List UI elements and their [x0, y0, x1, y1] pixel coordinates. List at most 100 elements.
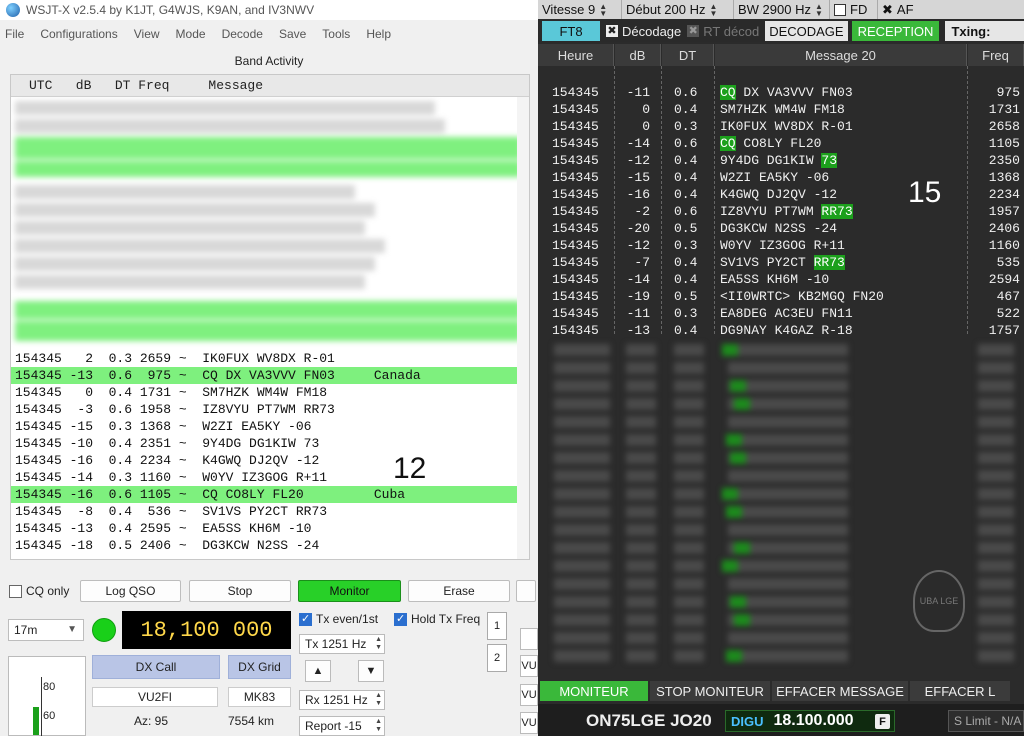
decoder-frequency: 18.100.000	[773, 712, 854, 729]
f-badge-icon[interactable]: F	[875, 714, 890, 729]
decoder-row[interactable]: 154345 -11 0.6 CQ DX VA3VVV FN03 975	[538, 84, 1024, 101]
vitesse-spinbox[interactable]: Vitesse 9 ▲ ▼	[538, 0, 622, 19]
fd-box[interactable]	[834, 3, 846, 16]
decode-row[interactable]: 154345 -10 0.4 2351 ~ 9Y4DG DG1KIW 73	[11, 435, 517, 452]
menu-view[interactable]: View	[126, 27, 168, 41]
dx-grid-field[interactable]: MK83	[228, 687, 291, 707]
decode-row[interactable]: 154345 2 0.3 2659 ~ IK0FUX WV8DX R-01	[11, 350, 517, 367]
tx-slot-button[interactable]	[520, 628, 538, 650]
decode-row[interactable]: 154345 0 0.4 1731 ~ SM7HZK WM4W FM18	[11, 384, 517, 401]
spin-arrows-icon[interactable]: ▲ ▼	[375, 718, 382, 734]
decoder-row[interactable]: 154345 0 0.4 SM7HZK WM4W FM18 1731	[538, 101, 1024, 118]
decode-row[interactable]: 154345 -18 0.5 2406 ~ DG3KCW N2SS -24	[11, 537, 517, 554]
rt-decod-checkbox[interactable]: ✖ RT décod	[687, 24, 759, 39]
decoder-row[interactable]: 154345 -19 0.5 <II0WRTC> KB2MGQ FN20 467	[538, 288, 1024, 305]
rx-frequency-spinbox[interactable]: Rx 1251 Hz ▲ ▼	[299, 690, 385, 710]
dx-call-button[interactable]: DX Call	[92, 655, 220, 679]
decode-row-cq[interactable]: 154345 -16 0.6 1105 ~ CQ CO8LY FL20 Cuba	[11, 486, 517, 503]
col-dt[interactable]: DT	[662, 44, 714, 66]
check-x-icon[interactable]: ✖	[606, 25, 618, 37]
decoder-row[interactable]: 154345 -11 0.3 EA8DEG AC3EU FN11 522	[538, 305, 1024, 322]
vu-button[interactable]: VU	[520, 712, 538, 734]
overflow-button[interactable]	[516, 580, 536, 602]
band-activity-panel[interactable]: UTC dB DT Freq Message 154345 2 0.3 2659…	[10, 74, 530, 560]
af-checkbox[interactable]: ✖ AF	[878, 0, 918, 19]
menu-file[interactable]: File	[0, 27, 32, 41]
menu-tools[interactable]: Tools	[314, 27, 358, 41]
decoder-row[interactable]: 154345 -2 0.6 IZ8VYU PT7WM RR73 1957	[538, 203, 1024, 220]
erase-button[interactable]: Erase	[408, 580, 510, 602]
debut-spinbox[interactable]: Début 200 Hz ▲ ▼	[622, 0, 734, 19]
menu-mode[interactable]: Mode	[168, 27, 214, 41]
tab-1[interactable]: 1	[487, 612, 507, 640]
cq-only-checkbox[interactable]: CQ only	[9, 584, 69, 598]
fd-checkbox[interactable]: FD	[830, 0, 878, 19]
blurred-cell	[554, 560, 610, 572]
spin-arrows-icon[interactable]: ▲ ▼	[599, 2, 607, 17]
blurred-cell	[674, 578, 704, 590]
report-spinbox[interactable]: Report -15 ▲ ▼	[299, 716, 385, 736]
stop-moniteur-button[interactable]: STOP MONITEUR	[650, 681, 770, 701]
decoder-row[interactable]: 154345 -12 0.3 W0YV IZ3GOG R+11 1160	[538, 237, 1024, 254]
spin-arrows-icon[interactable]: ▲ ▼	[375, 692, 382, 708]
decode-row[interactable]: 154345 -14 0.3 1160 ~ W0YV IZ3GOG R+11	[11, 469, 517, 486]
decoder-row[interactable]: 154345 -20 0.5 DG3KCW N2SS -24 2406	[538, 220, 1024, 237]
decode-row[interactable]: 154345 -8 0.4 536 ~ SV1VS PY2CT RR73	[11, 503, 517, 520]
menu-decode[interactable]: Decode	[214, 27, 271, 41]
cq-only-box[interactable]	[9, 584, 22, 598]
menu-configurations[interactable]: Configurations	[32, 27, 125, 41]
decode-row[interactable]: 154345 -13 0.4 2595 ~ EA5SS KH6M -10	[11, 520, 517, 537]
tx-even-checkbox[interactable]: Tx even/1st	[299, 612, 378, 626]
decode-row[interactable]: 154345 -3 0.6 1958 ~ IZ8VYU PT7WM RR73	[11, 401, 517, 418]
reception-button[interactable]: RECEPTION	[851, 21, 940, 41]
monitor-button[interactable]: Monitor	[298, 580, 401, 602]
decode-row-cq[interactable]: 154345 -13 0.6 975 ~ CQ DX VA3VVV FN03 C…	[11, 367, 517, 384]
decoder-row[interactable]: 154345 -13 0.4 DG9NAY K4GAZ R-18 1757	[538, 322, 1024, 339]
menu-save[interactable]: Save	[271, 27, 314, 41]
effacer-message-button[interactable]: EFFACER MESSAGE	[772, 681, 908, 701]
spin-arrows-icon[interactable]: ▲ ▼	[815, 2, 823, 17]
menu-help[interactable]: Help	[358, 27, 399, 41]
bw-spinbox[interactable]: BW 2900 Hz ▲ ▼	[734, 0, 830, 19]
tab-2[interactable]: 2	[487, 644, 507, 672]
decode-row[interactable]: 154345 -16 0.4 2234 ~ K4GWQ DJ2QV -12	[11, 452, 517, 469]
col-message[interactable]: Message 20	[715, 44, 967, 66]
col-freq[interactable]: Freq	[968, 44, 1024, 66]
arrow-down-button[interactable]: ▼	[358, 660, 384, 682]
hold-tx-checkbox[interactable]: Hold Tx Freq	[394, 612, 480, 626]
stop-button[interactable]: Stop	[189, 580, 291, 602]
col-heure[interactable]: Heure	[538, 44, 614, 66]
decoder-row[interactable]: 154345 -14 0.6 CQ CO8LY FL20 1105	[538, 135, 1024, 152]
check-x-icon[interactable]: ✖	[687, 25, 700, 37]
decoder-row[interactable]: 154345 0 0.3 IK0FUX WV8DX R-01 2658	[538, 118, 1024, 135]
band-activity-scrollbar[interactable]	[517, 97, 529, 559]
cell-db: 0	[642, 119, 650, 134]
decoder-row[interactable]: 154345 -16 0.4 K4GWQ DJ2QV -12 2234	[538, 186, 1024, 203]
vu-button[interactable]: VU	[520, 655, 538, 677]
tx-frequency-spinbox[interactable]: Tx 1251 Hz ▲ ▼	[299, 634, 385, 654]
decoder-row[interactable]: 154345 -12 0.4 9Y4DG DG1KIW 73 2350	[538, 152, 1024, 169]
dx-call-field[interactable]: VU2FI	[92, 687, 218, 707]
effacer-l-button[interactable]: EFFACER L	[910, 681, 1010, 701]
tx-even-box[interactable]	[299, 612, 312, 626]
vu-button[interactable]: VU	[520, 684, 538, 706]
col-db[interactable]: dB	[615, 44, 661, 66]
spin-arrows-icon[interactable]: ▲ ▼	[710, 2, 718, 17]
decoder-row[interactable]: 154345 -7 0.4 SV1VS PY2CT RR73 535	[538, 254, 1024, 271]
band-select[interactable]: 17m ▼	[8, 619, 84, 641]
mode-button[interactable]: FT8	[542, 21, 600, 41]
spin-arrows-icon[interactable]: ▲ ▼	[375, 636, 382, 652]
decode-row[interactable]: 154345 -15 0.3 1368 ~ W2ZI EA5KY -06	[11, 418, 517, 435]
decodage-checkbox[interactable]: ✖ Décodage	[606, 24, 681, 39]
decoder-row[interactable]: 154345 -15 0.4 W2ZI EA5KY -06 1368	[538, 169, 1024, 186]
hold-tx-box[interactable]	[394, 612, 407, 626]
decoder-row[interactable]: 154345 -14 0.4 EA5SS KH6M -10 2594	[538, 271, 1024, 288]
dx-grid-button[interactable]: DX Grid	[228, 655, 291, 679]
decodage-button[interactable]: DECODAGE	[765, 21, 848, 41]
s-limit-field[interactable]: S Limit - N/A	[948, 710, 1024, 732]
log-qso-button[interactable]: Log QSO	[80, 580, 181, 602]
moniteur-button[interactable]: MONITEUR	[540, 681, 648, 701]
blurred-cell	[674, 362, 704, 374]
arrow-up-button[interactable]: ▲	[305, 660, 331, 682]
check-x-icon[interactable]: ✖	[882, 2, 893, 18]
